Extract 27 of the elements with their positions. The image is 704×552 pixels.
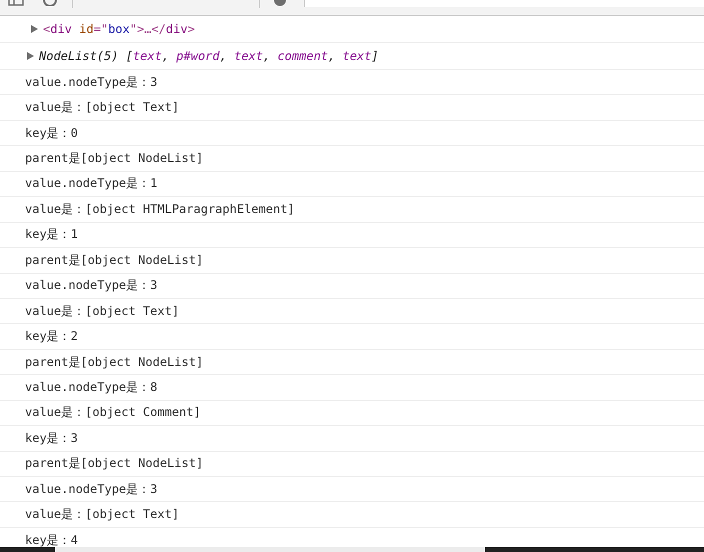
log-message: value是：[object HTMLParagraphElement] [25,200,295,218]
log-message: value是：[object Text] [25,506,180,524]
log-message: value.nodeType是：8 [25,378,158,396]
sidebar-icon[interactable] [8,0,24,6]
log-message: parent是[object NodeList] [25,252,204,269]
log-message: value.nodeType是：1 [25,175,158,192]
log-message: value.nodeType是：3 [25,480,158,498]
nodelist-text[interactable]: NodeList(5) [text, p#word, text, comment, text] [39,49,379,63]
horizontal-scrollbar[interactable] [0,547,704,552]
expand-triangle-icon[interactable] [31,25,38,33]
log-message: value是：[object Text] [25,99,180,116]
log-message: value.nodeType是：3 [25,277,158,294]
log-message: key是：3 [25,430,78,447]
element-node-text[interactable]: <div id="box">…</div> [43,22,195,36]
log-message: key是：2 [25,328,78,346]
log-message: key是：1 [25,226,78,244]
log-message: parent是[object NodeList] [25,455,204,472]
clear-icon[interactable] [42,0,58,6]
log-message: key是：0 [25,124,78,142]
log-message: value.nodeType是：3 [25,74,158,91]
log-message: parent是[object NodeList] [25,150,204,168]
expand-triangle-icon[interactable] [27,52,34,60]
log-message: parent是[object NodeList] [25,354,204,371]
log-message: value是：[object Comment] [25,404,201,422]
log-message: key是：4 [25,532,78,549]
log-message: value是：[object Text] [25,302,180,320]
filter-field[interactable] [304,0,704,7]
